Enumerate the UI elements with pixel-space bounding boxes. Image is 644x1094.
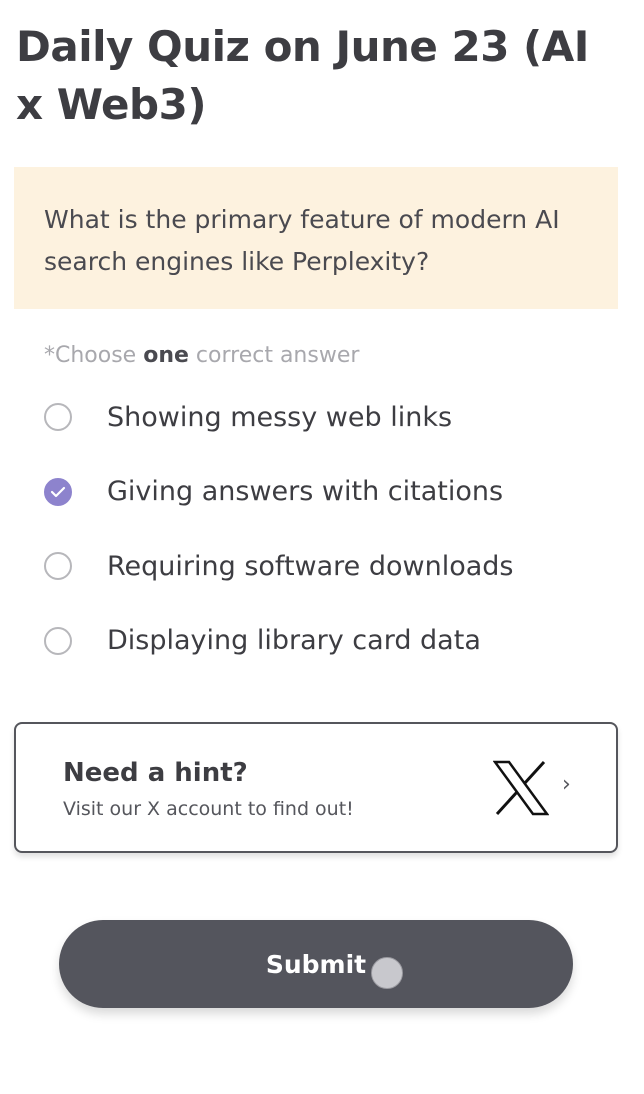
question-box: What is the primary feature of modern AI… — [14, 167, 618, 309]
instruction-emphasis: one — [143, 343, 189, 368]
radio-button[interactable] — [44, 403, 72, 432]
chevron-right-icon: › — [562, 772, 571, 797]
instruction-prefix: *Choose — [44, 343, 144, 368]
answer-option-2[interactable]: Giving answers with citations — [44, 455, 604, 530]
submit-button[interactable]: Submit — [59, 920, 573, 1008]
answer-option-3[interactable]: Requiring software downloads — [44, 529, 604, 604]
quiz-title: Daily Quiz on June 23 (AI x Web3) — [16, 22, 589, 129]
radio-button-checked[interactable] — [44, 477, 72, 506]
submit-label: Submit — [265, 949, 367, 979]
radio-button[interactable] — [44, 552, 72, 581]
instruction-text: *Choose one correct answer — [44, 343, 359, 368]
touch-indicator — [371, 957, 403, 989]
answer-options: Showing messy web links Giving answers w… — [44, 380, 604, 678]
x-logo-icon — [493, 760, 549, 816]
answer-option-label: Giving answers with citations — [107, 476, 504, 508]
question-text: What is the primary feature of modern AI… — [44, 205, 560, 276]
hint-card[interactable]: Need a hint? Visit our X account to find… — [14, 722, 618, 853]
answer-option-label: Showing messy web links — [107, 401, 453, 433]
hint-subtitle: Visit our X account to find out! — [63, 798, 354, 820]
checkmark-icon — [50, 486, 66, 497]
answer-option-4[interactable]: Displaying library card data — [44, 604, 604, 679]
radio-button[interactable] — [44, 626, 72, 655]
hint-title: Need a hint? — [63, 758, 248, 788]
answer-option-label: Displaying library card data — [107, 625, 481, 657]
answer-option-1[interactable]: Showing messy web links — [44, 380, 604, 455]
instruction-suffix: correct answer — [188, 343, 360, 368]
answer-option-label: Requiring software downloads — [107, 550, 514, 582]
